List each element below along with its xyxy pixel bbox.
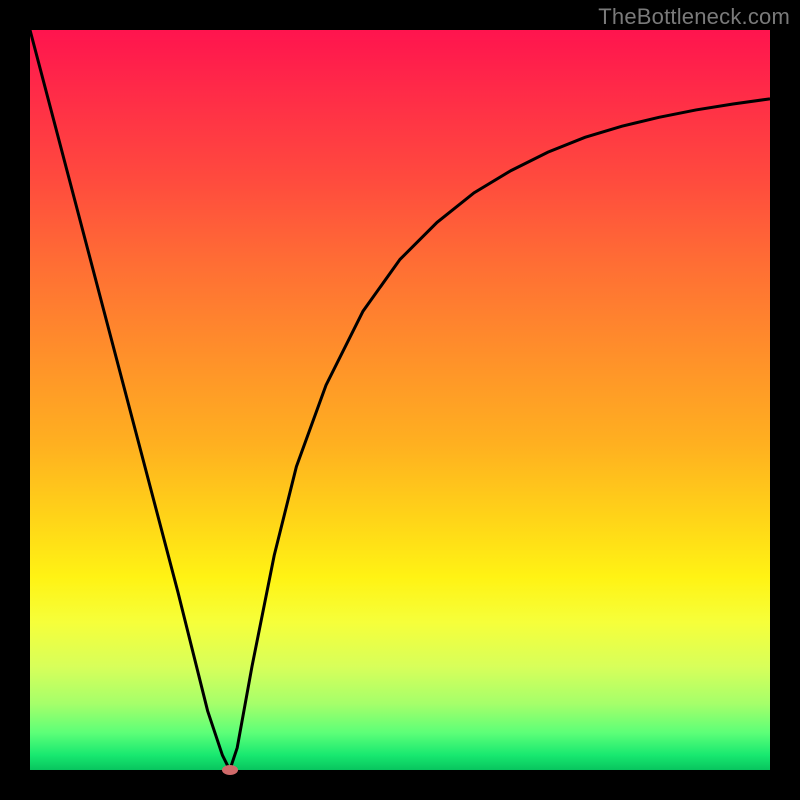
gradient-background <box>30 30 770 770</box>
plot-area <box>30 30 770 770</box>
watermark-text: TheBottleneck.com <box>598 4 790 30</box>
minimum-marker <box>222 765 238 775</box>
